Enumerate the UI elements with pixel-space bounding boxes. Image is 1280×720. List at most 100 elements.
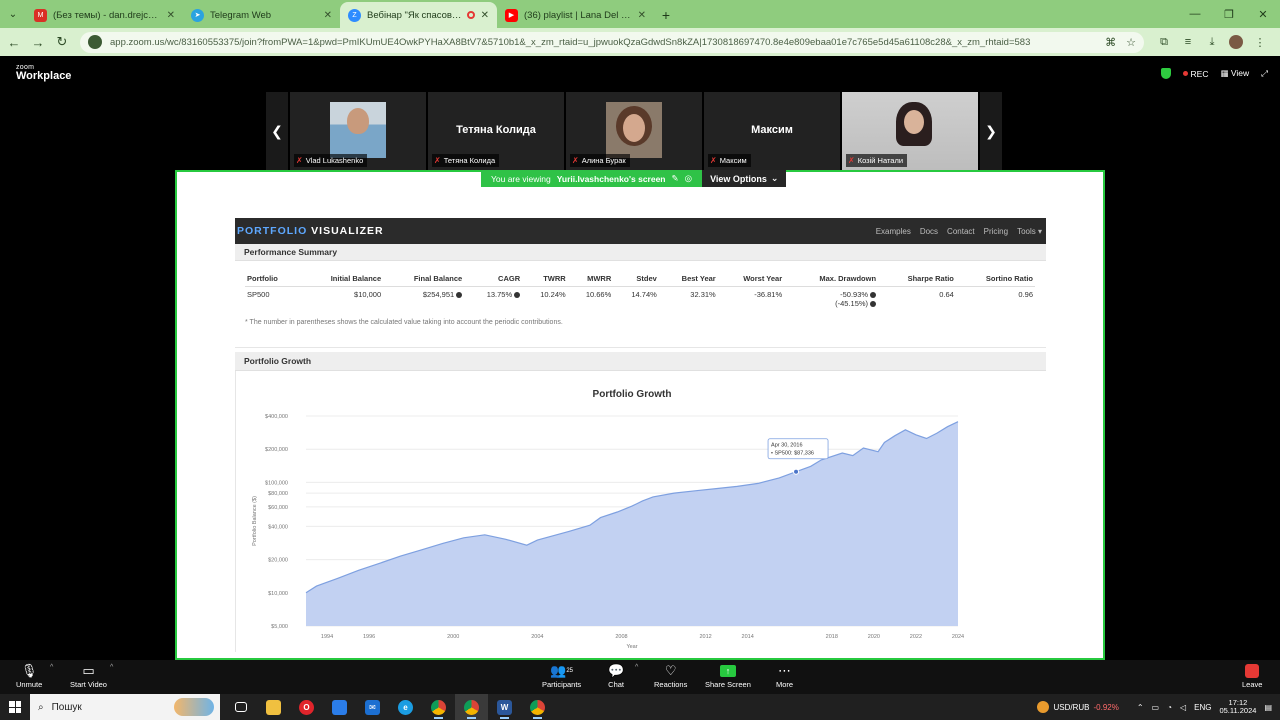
minimize-button[interactable]: —: [1178, 0, 1212, 28]
strip-prev-button[interactable]: ❮: [266, 92, 288, 170]
pv-logo[interactable]: PORTFOLIO VISUALIZER: [237, 225, 384, 237]
info-icon[interactable]: [870, 301, 877, 308]
chart-title: Portfolio Growth: [593, 389, 672, 400]
taskbar-search[interactable]: ⌕ Пошук: [30, 694, 220, 720]
view-button[interactable]: ▦ View: [1221, 68, 1250, 79]
word-icon: W: [497, 699, 512, 715]
reading-list-icon[interactable]: ≡: [1176, 28, 1200, 56]
nav-tools[interactable]: Tools ▾: [1017, 227, 1042, 236]
col-twrr: TWRR: [522, 271, 568, 287]
audio-options-caret[interactable]: ^: [50, 664, 53, 671]
profile-avatar[interactable]: [1224, 28, 1248, 56]
notifications-icon[interactable]: ▤: [1264, 703, 1272, 712]
info-icon[interactable]: [870, 292, 877, 299]
currency-widget[interactable]: USD/RUB -0.92%: [1037, 701, 1119, 713]
new-tab-button[interactable]: +: [654, 2, 678, 28]
nav-pricing[interactable]: Pricing: [984, 227, 1008, 236]
site-info-icon[interactable]: [88, 35, 102, 49]
growth-chart[interactable]: Portfolio Growth $5,000 $10,000 $20,000 $40,…: [235, 371, 1046, 652]
more-button[interactable]: ⋯ More: [776, 662, 793, 689]
taskbar-chrome-profile[interactable]: [455, 694, 488, 720]
close-icon[interactable]: ✕: [324, 10, 332, 21]
download-icon[interactable]: ⤓: [1200, 28, 1224, 56]
leave-button[interactable]: Leave: [1242, 662, 1262, 689]
y-tick-label: $20,000: [268, 558, 288, 564]
taskbar-explorer[interactable]: [257, 694, 290, 720]
view-options-button[interactable]: View Options ⌄: [702, 170, 787, 187]
participant-tile-video[interactable]: ✗ Козій Натали: [842, 92, 978, 170]
tab-gmail[interactable]: M (Без темы) - dan.drejceva19@gm ✕: [26, 2, 183, 28]
heart-icon: ♡: [664, 663, 677, 678]
close-icon[interactable]: ✕: [481, 10, 489, 21]
taskbar-store[interactable]: [323, 694, 356, 720]
network-icon[interactable]: ▭: [1152, 703, 1160, 712]
participant-name: Алина Бурак: [581, 156, 626, 165]
reactions-button[interactable]: ♡ Reactions: [654, 662, 687, 689]
participant-tile[interactable]: ✗ Алина Бурак: [566, 92, 702, 170]
start-button[interactable]: [0, 694, 30, 720]
info-icon[interactable]: [514, 292, 521, 299]
nav-docs[interactable]: Docs: [920, 227, 938, 236]
security-shield-icon[interactable]: [1160, 68, 1171, 79]
info-icon[interactable]: [456, 292, 463, 299]
maximize-button[interactable]: ❐: [1212, 0, 1246, 28]
taskbar-chrome[interactable]: [422, 694, 455, 720]
unmute-button[interactable]: 🎙 Unmute: [16, 662, 42, 689]
cell-portfolio[interactable]: SP500: [245, 287, 299, 312]
start-video-button[interactable]: ▭ Start Video: [70, 662, 107, 689]
close-window-button[interactable]: ✕: [1246, 0, 1280, 28]
participant-name-label: ✗ Козій Натали: [846, 154, 908, 167]
fullscreen-icon[interactable]: ⤢: [1261, 68, 1268, 79]
taskbar-chrome-2[interactable]: [521, 694, 554, 720]
tab-telegram[interactable]: ➤ Telegram Web ✕: [183, 2, 340, 28]
wifi-icon[interactable]: ◔: [1167, 703, 1172, 712]
participants-button[interactable]: 👥 25 Participants: [542, 662, 581, 689]
address-bar-row: ← → ↻ app.zoom.us/wc/83160553375/join?fr…: [0, 28, 1280, 56]
tab-youtube[interactable]: ▶ (36) playlist | Lana Del Rey - Y ✕: [497, 2, 654, 28]
volume-icon[interactable]: ◁: [1180, 703, 1186, 712]
tray-chevron-icon[interactable]: ⌃: [1137, 703, 1144, 712]
cell-final: $254,951: [383, 287, 464, 312]
growth-chart-svg[interactable]: Portfolio Growth $5,000 $10,000 $20,000 $40,…: [236, 371, 1047, 652]
url-field[interactable]: app.zoom.us/wc/83160553375/join?fromPWA=…: [80, 31, 1144, 53]
participant-tile[interactable]: Тетяна Колида ✗ Тетяна Колида: [428, 92, 564, 170]
taskbar-opera[interactable]: O: [290, 694, 323, 720]
nav-contact[interactable]: Contact: [947, 227, 975, 236]
chat-options-caret[interactable]: ^: [635, 664, 638, 671]
taskbar-word[interactable]: W: [488, 694, 521, 720]
back-button[interactable]: ←: [2, 28, 26, 56]
browser-menu-icon[interactable]: ⋮: [1248, 28, 1272, 56]
translate-icon[interactable]: ⌘: [1105, 36, 1116, 49]
search-placeholder: Пошук: [51, 701, 82, 713]
participant-tile[interactable]: ✗ Vlad Lukashenko: [290, 92, 426, 170]
close-icon[interactable]: ✕: [638, 10, 646, 21]
video-options-caret[interactable]: ^: [110, 664, 113, 671]
tab-zoom-webinar[interactable]: Z Вебінар "Як спасовва и о ✕: [340, 2, 497, 28]
forward-button[interactable]: →: [26, 28, 50, 56]
reload-button[interactable]: ↻: [50, 28, 74, 56]
taskbar-edge[interactable]: e: [389, 694, 422, 720]
tab-search-button[interactable]: ⌄: [0, 0, 26, 28]
language-indicator[interactable]: ENG: [1194, 703, 1211, 712]
annotate-icon[interactable]: ✎: [672, 173, 679, 184]
y-tick-label: $200,000: [265, 447, 288, 453]
x-tick-label: 2012: [699, 634, 711, 640]
participant-tile[interactable]: Максим ✗ Максим: [704, 92, 840, 170]
more-icon: ⋯: [778, 663, 792, 678]
clock[interactable]: 17:12 05.11.2024: [1219, 698, 1256, 716]
edge-icon: e: [398, 699, 413, 715]
taskbar-mail[interactable]: ✉: [356, 694, 389, 720]
extensions-icon[interactable]: ⧉: [1152, 28, 1176, 56]
share-screen-button[interactable]: ↑ Share Screen: [705, 662, 751, 689]
strip-next-button[interactable]: ❯: [980, 92, 1002, 170]
table-header-row: Portfolio Initial Balance Final Balance …: [245, 271, 1035, 287]
col-worst: Worst Year: [717, 271, 785, 287]
nav-examples[interactable]: Examples: [876, 227, 911, 236]
task-view-button[interactable]: [224, 694, 257, 720]
close-icon[interactable]: ✕: [167, 10, 175, 21]
recording-indicator[interactable]: REC: [1182, 69, 1209, 79]
leave-label: Leave: [1242, 680, 1263, 689]
mic-muted-icon: ✗: [434, 156, 441, 165]
bookmark-star-icon[interactable]: ☆: [1126, 36, 1136, 49]
chat-button[interactable]: 💬 Chat: [608, 662, 624, 689]
